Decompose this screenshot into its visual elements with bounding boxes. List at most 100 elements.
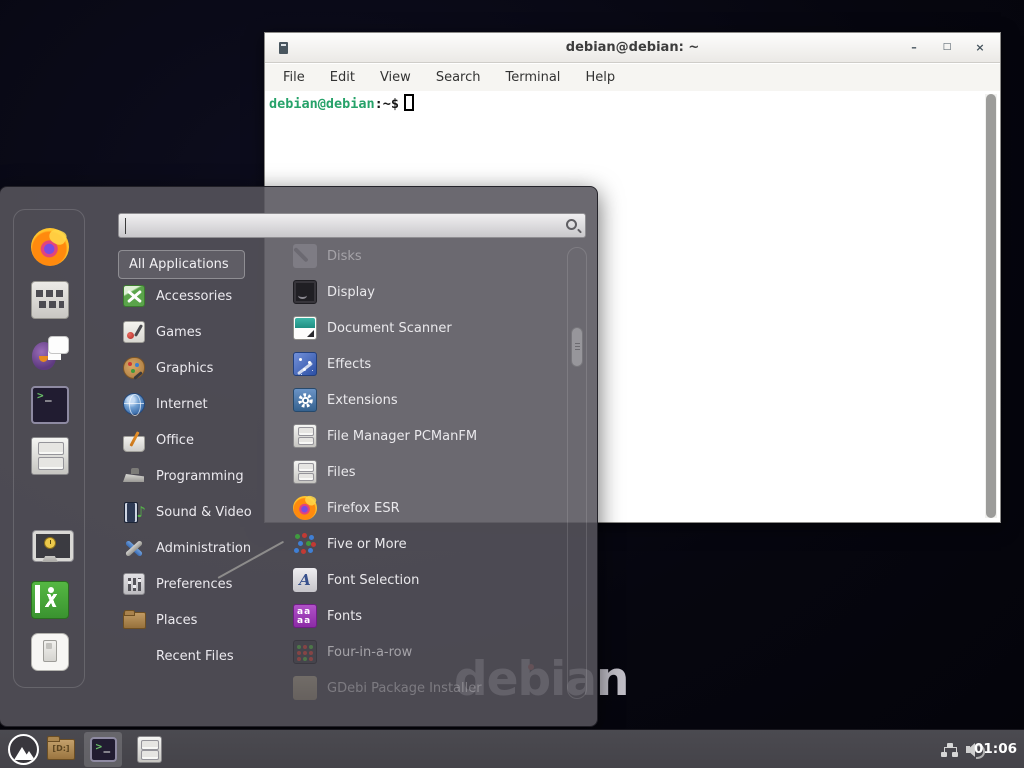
app-label: Firefox ESR — [327, 501, 400, 516]
terminal-scrollbar-thumb[interactable] — [986, 94, 996, 518]
file-cabinet-icon[interactable] — [31, 437, 69, 475]
clock[interactable]: 01:06 — [974, 730, 1017, 768]
app-label: Extensions — [327, 393, 398, 408]
app-item-five-or-more[interactable]: Five or More — [283, 526, 555, 562]
category-internet[interactable]: Internet — [118, 386, 280, 422]
minimize-button[interactable]: – — [906, 40, 922, 56]
applications-list: Disks Display Document Scanner Effects E… — [283, 241, 555, 701]
app-item-font-selection[interactable]: A Font Selection — [283, 562, 555, 598]
preferences-icon — [123, 573, 145, 595]
terminal-titlebar[interactable]: debian@debian: ~ – □ × — [265, 33, 1000, 63]
app-item-disks[interactable]: Disks — [283, 241, 555, 274]
file-cabinet-icon — [293, 424, 317, 448]
application-menu: All Applications Accessories Games Graph… — [0, 186, 598, 727]
category-label: Preferences — [156, 577, 232, 592]
category-programming[interactable]: Programming — [118, 458, 280, 494]
app-item-document-scanner[interactable]: Document Scanner — [283, 310, 555, 346]
terminal-icon[interactable] — [31, 386, 69, 424]
disks-icon — [293, 244, 317, 268]
logout-icon[interactable] — [31, 581, 69, 619]
terminal-button[interactable] — [84, 732, 122, 767]
app-label: File Manager PCManFM — [327, 429, 477, 444]
programming-icon — [123, 465, 145, 487]
font-selection-icon: A — [293, 568, 317, 592]
menubar-item-terminal[interactable]: Terminal — [505, 70, 560, 85]
app-item-four-in-a-row[interactable]: Four-in-a-row — [283, 634, 555, 670]
effects-icon — [293, 352, 317, 376]
app-label: Five or More — [327, 537, 407, 552]
app-item-display[interactable]: Display — [283, 274, 555, 310]
extensions-icon — [293, 388, 317, 412]
app-item-effects[interactable]: Effects — [283, 346, 555, 382]
app-label: Document Scanner — [327, 321, 452, 336]
folder-icon — [47, 739, 75, 760]
menu-scrollbar-thumb[interactable] — [571, 327, 583, 367]
network-icon[interactable] — [941, 743, 958, 757]
category-label: Games — [156, 325, 201, 340]
category-graphics[interactable]: Graphics — [118, 350, 280, 386]
search-caret — [125, 218, 126, 234]
font-selection-glyph: A — [299, 571, 311, 589]
category-label: Recent Files — [156, 649, 234, 664]
terminal-cursor — [404, 94, 414, 111]
menu-scrollbar[interactable] — [567, 247, 587, 699]
five-or-more-icon — [293, 532, 317, 556]
files-button[interactable] — [130, 732, 168, 767]
category-administration[interactable]: Administration — [118, 530, 280, 566]
close-button[interactable]: × — [972, 40, 988, 56]
graphics-icon — [123, 357, 145, 379]
maximize-button[interactable]: □ — [939, 40, 955, 56]
category-accessories[interactable]: Accessories — [118, 278, 280, 314]
terminal-scrollbar[interactable] — [985, 94, 997, 518]
sound-video-icon — [123, 501, 145, 523]
firefox-icon[interactable] — [31, 228, 69, 266]
app-item-extensions[interactable]: Extensions — [283, 382, 555, 418]
prompt-path: :~$ — [375, 96, 399, 112]
office-icon — [123, 436, 145, 452]
menubar-item-search[interactable]: Search — [436, 70, 481, 85]
firefox-icon — [293, 496, 317, 520]
places-icon — [123, 609, 145, 631]
file-cabinet-icon — [137, 736, 162, 763]
category-label: Administration — [156, 541, 251, 556]
favorites-column — [13, 209, 85, 688]
menu-button[interactable] — [4, 732, 42, 767]
administration-icon — [123, 537, 145, 559]
screensaver-icon[interactable] — [31, 528, 69, 566]
app-label: Disks — [327, 249, 362, 264]
search-icon — [566, 219, 577, 230]
games-icon — [123, 321, 145, 343]
search-input[interactable] — [118, 213, 586, 238]
messenger-icon[interactable] — [31, 334, 69, 372]
category-recent-files[interactable]: Recent Files — [118, 638, 280, 674]
no-icon — [123, 645, 145, 667]
menubar-item-file[interactable]: File — [283, 70, 305, 85]
app-label: Effects — [327, 357, 371, 372]
category-office[interactable]: Office — [118, 422, 280, 458]
category-sound-video[interactable]: Sound & Video — [118, 494, 280, 530]
app-label: Fonts — [327, 609, 362, 624]
app-item-files[interactable]: Files — [283, 454, 555, 490]
app-item-gdebi-package-installer[interactable]: GDebi Package Installer — [283, 670, 555, 701]
accessories-icon — [123, 285, 145, 307]
shutdown-icon[interactable] — [31, 633, 69, 671]
prompt-user-host: debian@debian — [269, 96, 375, 112]
menubar-item-help[interactable]: Help — [585, 70, 615, 85]
app-item-fonts[interactable]: aaaa Fonts — [283, 598, 555, 634]
category-label: Internet — [156, 397, 208, 412]
menubar-item-view[interactable]: View — [380, 70, 411, 85]
app-item-file-manager-pcmanfm[interactable]: File Manager PCManFM — [283, 418, 555, 454]
display-icon — [293, 280, 317, 304]
taskbar: 01:06 — [0, 729, 1024, 768]
category-games[interactable]: Games — [118, 314, 280, 350]
category-label: Places — [156, 613, 197, 628]
file-manager-button[interactable] — [42, 732, 80, 767]
file-cabinet-icon — [293, 460, 317, 484]
software-icon[interactable] — [31, 281, 69, 319]
category-places[interactable]: Places — [118, 602, 280, 638]
app-item-firefox-esr[interactable]: Firefox ESR — [283, 490, 555, 526]
menubar-item-edit[interactable]: Edit — [330, 70, 355, 85]
category-all-applications[interactable]: All Applications — [118, 250, 245, 279]
category-preferences[interactable]: Preferences — [118, 566, 280, 602]
app-label: Four-in-a-row — [327, 645, 412, 660]
